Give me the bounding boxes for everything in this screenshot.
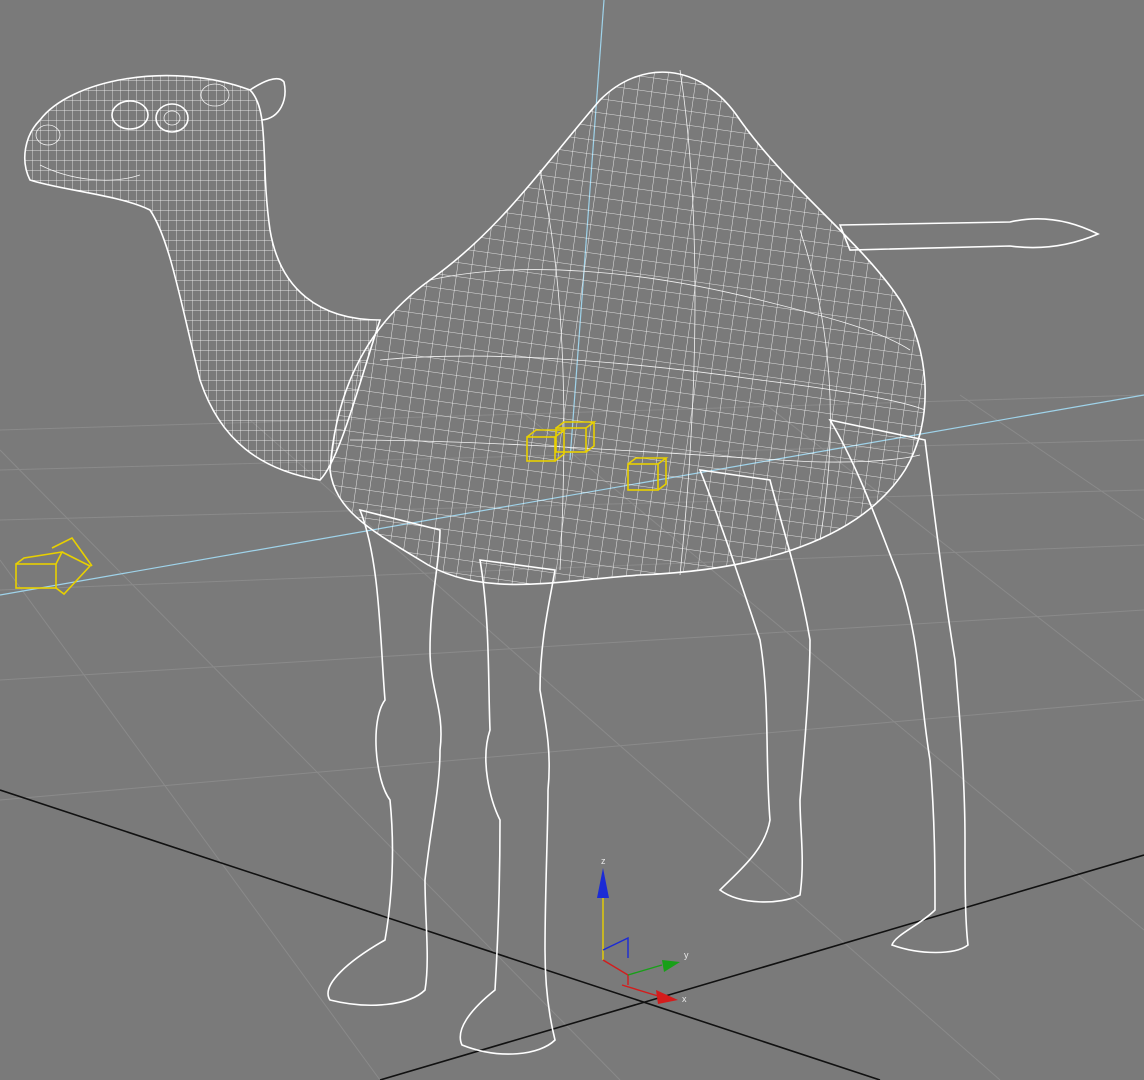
x-axis-arrow-icon [656,990,678,1004]
camel-leg-front-right [459,559,556,1055]
camel-body-mesh [329,69,926,586]
z-axis-label: z [601,856,606,866]
3d-viewport[interactable]: z y x [0,0,1144,1080]
camel-tail-mesh [838,218,1100,251]
x-axis-label: x [682,994,687,1004]
camel-wireframe-model[interactable] [20,50,1100,1055]
camel-neck-head-mesh [24,74,382,481]
camel-leg-front-left [327,508,442,1006]
y-axis-label: y [684,950,689,960]
y-axis-arrow-icon [662,960,680,972]
axis-gizmo: z y x [597,856,689,1004]
world-grid-axis-line [0,789,881,1080]
viewport-canvas[interactable]: z y x [0,0,1144,1080]
z-axis-arrow-icon [597,868,609,898]
world-grid-axis-line [379,854,1144,1080]
